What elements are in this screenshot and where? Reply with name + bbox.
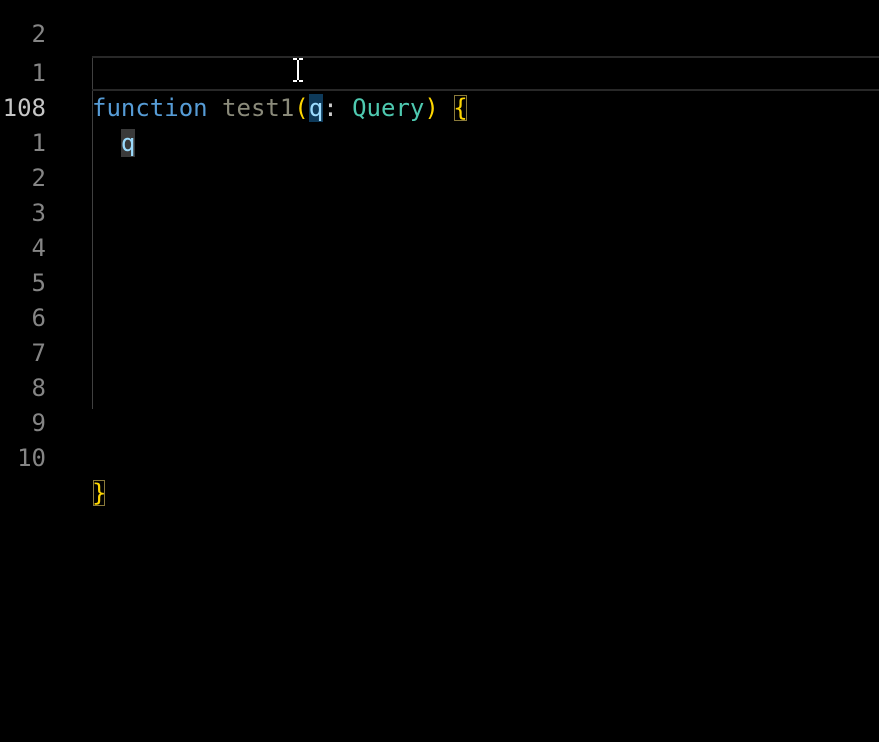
editor-line[interactable]: 2: [0, 0, 879, 48]
code-editor[interactable]: 2 1 function test1(q: Query) { 108 q 1 2…: [0, 0, 879, 742]
editor-line[interactable]: 6: [0, 266, 879, 332]
editor-line-current[interactable]: 108 q: [0, 56, 879, 157]
close-brace-matched: }: [92, 479, 107, 507]
editor-line[interactable]: 8: [0, 336, 879, 402]
editor-line[interactable]: 9: [0, 371, 879, 437]
editor-line[interactable]: 7: [0, 301, 879, 367]
editor-line[interactable]: 2: [0, 126, 879, 192]
editor-line[interactable]: 1 function test1(q: Query) {: [0, 21, 879, 122]
editor-line[interactable]: 4: [0, 196, 879, 262]
editor-line[interactable]: 5: [0, 231, 879, 297]
line-number: 10: [17, 444, 46, 472]
code-text[interactable]: }: [92, 476, 106, 511]
editor-line[interactable]: 1: [0, 91, 879, 157]
editor-line[interactable]: 3: [0, 161, 879, 227]
editor-line[interactable]: 10 }: [0, 406, 879, 507]
i-beam-cursor-icon: [293, 58, 303, 82]
